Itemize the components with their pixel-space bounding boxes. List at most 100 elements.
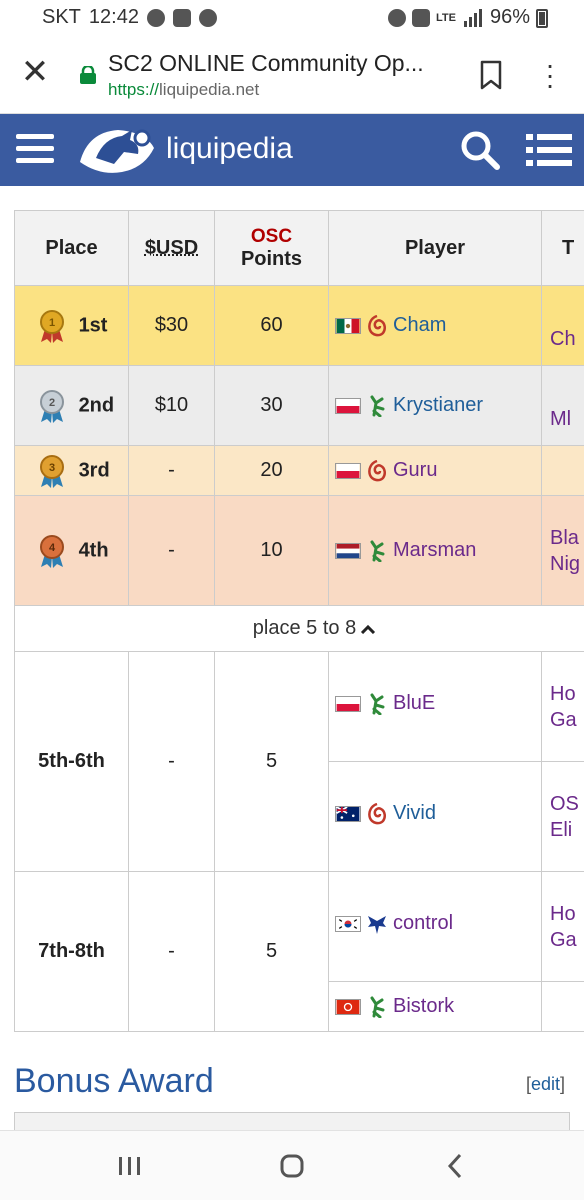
team-cell [541,981,584,1032]
status-bar: SKT 12:42 LTE 96% [0,0,584,34]
more-options-icon[interactable]: · · · [540,51,560,99]
points-cell: 5 [214,651,329,872]
place-cell: 7th-8th [14,871,129,1032]
points-cell: 5 [214,871,329,1032]
carrier-label: SKT [42,6,81,28]
header-player: Player [328,210,542,286]
place-cell: 5th-6th [14,651,129,872]
points-cell: 60 [214,285,329,366]
poland-flag-icon [335,695,361,712]
terran-icon [368,915,386,934]
zerg-icon [368,459,386,481]
hong-kong-flag-icon [335,998,361,1015]
player-cell: Krystianer [328,365,542,446]
prize-pool-table: Place $USD OSC Points Player T 1 1st $30… [14,210,584,1032]
expand-toggle[interactable]: place 5 to 8 [14,605,584,652]
protoss-icon [370,540,385,562]
table-header-row: Place $USD OSC Points Player T [14,210,584,286]
lock-icon [80,66,96,84]
team-cell[interactable]: OS Eli [541,761,584,872]
site-header: liquipedia [0,114,584,186]
recent-apps-icon[interactable] [110,1151,150,1181]
bonus-table-header [14,1112,570,1130]
place-cell: 4 4th [14,495,129,606]
table-row: 1 1st $30 60 Cham Ch [14,285,584,366]
svg-text:3: 3 [49,462,55,474]
table-row: 7th-8th - 5 control Ho Ga [14,871,584,1032]
liquipedia-logo[interactable] [74,124,160,178]
brand-name: liquipedia [166,132,293,165]
svg-text:4: 4 [49,542,56,554]
table-row: 5th-6th - 5 BluE Ho Ga [14,651,584,872]
place-label: 2nd [78,393,115,416]
team-cell[interactable]: Ho Ga [541,871,584,982]
team-cell[interactable]: Ho Ga [541,651,584,762]
player-cell: Bistork [328,981,542,1032]
header-osc-points: OSC Points [214,210,329,286]
back-icon[interactable] [436,1151,476,1181]
table-row: 2 2nd $10 30 Krystianer Ml [14,365,584,446]
place-label: 3rd [78,458,110,481]
player-link[interactable]: Marsman [393,539,476,561]
protoss-icon [370,693,385,715]
menu-icon[interactable] [16,134,54,166]
browser-toolbar: ✕ SC2 ONLINE Community Op... https://liq… [0,34,584,114]
player-link[interactable]: Bistork [393,995,454,1017]
edit-link[interactable]: [edit] [526,1074,565,1095]
points-cell: 30 [214,365,329,446]
south-korea-flag-icon [335,915,361,932]
gold-medal-icon: 1 [40,309,64,343]
edit-label: edit [531,1074,561,1094]
mexico-flag-icon [335,317,361,334]
player-link[interactable]: Guru [393,459,437,481]
place-label: 1st [78,313,108,336]
place-label: 4th [78,538,109,561]
close-tab-button[interactable]: ✕ [20,55,50,89]
toc-list-icon[interactable] [526,132,572,168]
expand-toggle-row[interactable]: place 5 to 8 [14,605,584,652]
player-link[interactable]: Vivid [393,802,436,824]
usd-cell: - [128,445,215,496]
page-title: SC2 ONLINE Community Op... [108,50,424,76]
home-icon[interactable] [272,1151,312,1181]
usd-cell: $30 [128,285,215,366]
team-line: Ho [550,682,576,705]
player-cell: Marsman [328,495,542,606]
poland-flag-icon [335,462,361,479]
page-content: Place $USD OSC Points Player T 1 1st $30… [0,186,584,1130]
player-link[interactable]: BluE [393,692,435,714]
player-cell: Vivid [328,761,542,872]
bookmark-icon[interactable] [478,60,504,90]
usd-cell: - [128,871,215,1032]
team-cell [541,445,584,496]
search-icon[interactable] [460,130,500,170]
chevron-up-icon [361,624,376,634]
netherlands-flag-icon [335,542,361,559]
player-link[interactable]: Krystianer [393,394,483,416]
usd-cell: - [128,495,215,606]
place-cell: 2 2nd [14,365,129,446]
team-cell[interactable]: Ch [541,285,584,366]
header-team: T [541,210,584,286]
team-cell[interactable]: Bla Nig [541,495,584,606]
team-line: OS [550,792,579,815]
silver-medal-icon: 2 [40,389,64,423]
usd-cell: $10 [128,365,215,446]
toggle-label: place 5 to 8 [252,617,357,639]
team-cell[interactable]: Ml [541,365,584,446]
battery-percent: 96% [489,6,530,28]
osc-link[interactable]: OSC [215,226,328,248]
player-cell: BluE [328,651,542,762]
signal-icon [463,8,482,27]
team-line: Ga [550,708,577,731]
protoss-icon [370,996,385,1018]
url-host: liquipedia.net [159,80,260,99]
player-link[interactable]: Cham [393,314,446,336]
bonus-award-heading: Bonus Award [14,1062,214,1100]
talk-notification-icon [146,8,165,27]
gallery-notification-icon [172,8,191,27]
url-bar[interactable]: https://liquipedia.net [108,80,259,100]
player-link[interactable]: control [393,912,453,934]
player-cell: Cham [328,285,542,366]
points-cell: 20 [214,445,329,496]
